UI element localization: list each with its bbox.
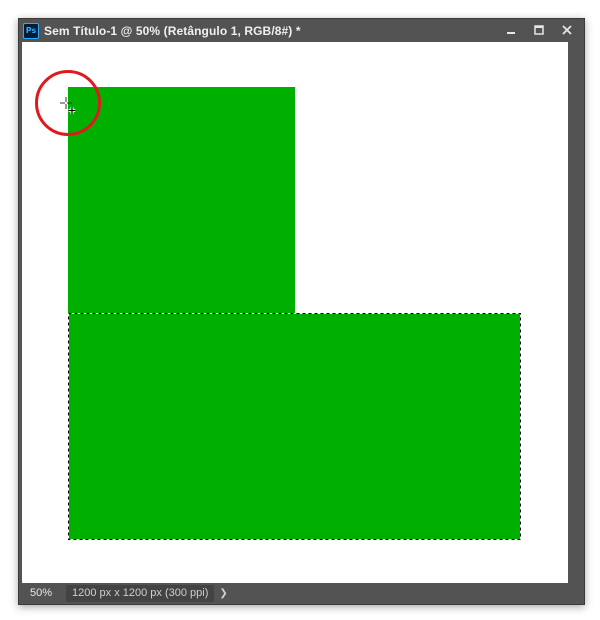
chevron-right-icon[interactable]: ❯: [219, 588, 227, 599]
crosshair-cursor-icon: [60, 97, 76, 114]
close-icon: [562, 25, 572, 35]
window-controls: [496, 21, 580, 39]
close-button[interactable]: [554, 21, 580, 39]
status-bar: 50% 1200 px x 1200 px (300 ppi) ❯: [19, 583, 584, 604]
maximize-button[interactable]: [526, 21, 552, 39]
document-title: Sem Título-1 @ 50% (Retângulo 1, RGB/8#)…: [44, 23, 301, 38]
minimize-button[interactable]: [498, 21, 524, 39]
green-rectangle-top[interactable]: [68, 87, 295, 316]
document-window: Ps Sem Título-1 @ 50% (Retângulo 1, RGB/…: [18, 18, 585, 605]
photoshop-app-icon: Ps: [23, 22, 39, 39]
green-rectangle-bottom[interactable]: [68, 313, 521, 540]
document-info[interactable]: 1200 px x 1200 px (300 ppi): [66, 585, 215, 602]
canvas[interactable]: [22, 42, 568, 583]
title-bar[interactable]: Ps Sem Título-1 @ 50% (Retângulo 1, RGB/…: [19, 19, 584, 42]
right-frame: [571, 42, 584, 583]
zoom-level[interactable]: 50%: [22, 585, 60, 602]
minimize-icon: [507, 32, 515, 34]
maximize-icon: [534, 25, 544, 35]
